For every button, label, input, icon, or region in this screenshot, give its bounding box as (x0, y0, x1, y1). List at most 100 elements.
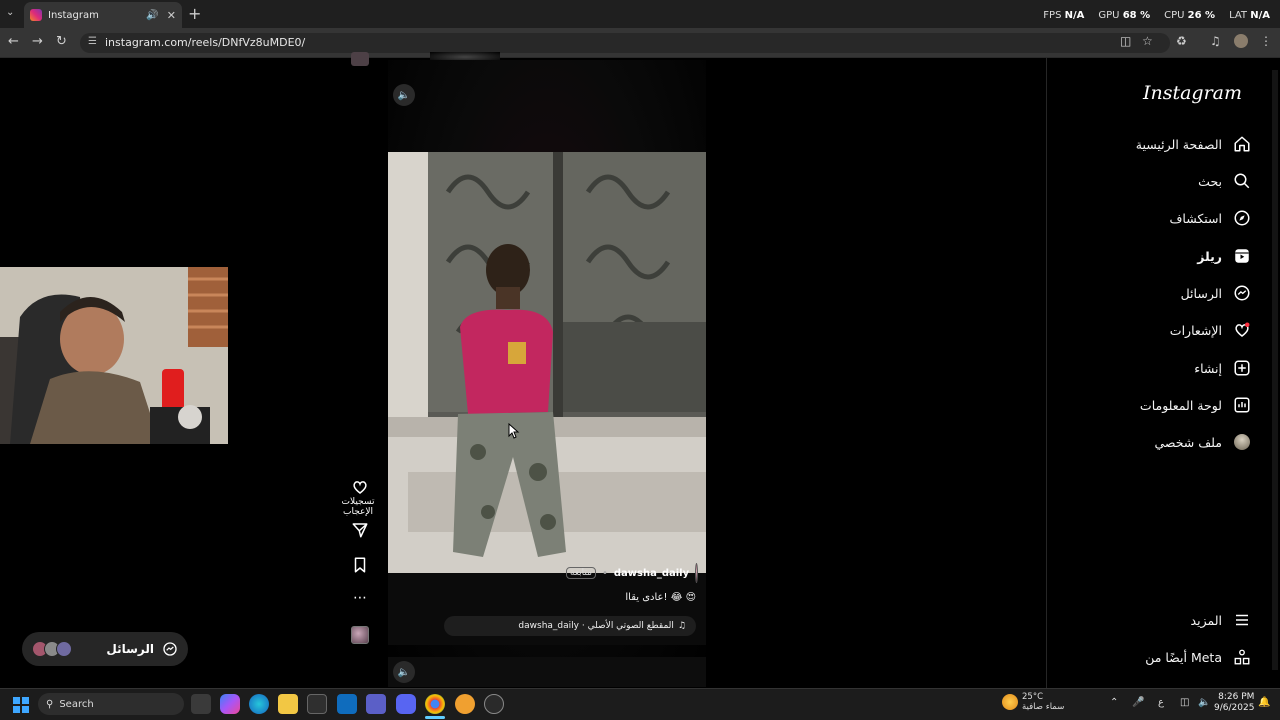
discord-icon[interactable] (396, 694, 416, 714)
active-app-indicator (425, 716, 445, 719)
microphone-icon[interactable]: 🎤 (1132, 697, 1144, 708)
tray-chevron-icon[interactable]: ⌃ (1110, 697, 1118, 708)
search-icon (1232, 171, 1252, 191)
bookmark-star-icon[interactable]: ☆ (1142, 34, 1153, 48)
dashboard-icon (1232, 395, 1252, 415)
clock[interactable]: 8:26 PM 9/6/2025 (1214, 692, 1254, 714)
volume-icon[interactable]: 🔈 (393, 84, 415, 106)
outlook-icon[interactable] (337, 694, 357, 714)
clock-time: 8:26 PM (1218, 692, 1255, 702)
instagram-favicon-icon (30, 9, 42, 21)
share-button[interactable] (340, 521, 380, 539)
weather-sun-icon (1002, 694, 1018, 710)
windows-start-icon[interactable] (13, 697, 29, 717)
next-volume-icon[interactable]: 🔈 (393, 661, 415, 683)
performance-overlay: FPS N/A GPU 68 % CPU 26 % LAT N/A (1043, 10, 1270, 21)
message-avatars (32, 641, 72, 657)
app-icon[interactable] (455, 694, 475, 714)
edge-icon[interactable] (249, 694, 269, 714)
previous-reel-thumbnail[interactable] (351, 52, 369, 66)
reel-caption: عادى يقاا! 😂 😍 (625, 592, 696, 603)
reel-video[interactable] (388, 152, 706, 573)
store-icon[interactable] (307, 694, 327, 714)
separator-dot: • (601, 567, 608, 579)
messages-pill-label: الرسائل (106, 642, 154, 656)
sidebar-item-dashboard[interactable]: لوحة المعلومات (1032, 390, 1252, 420)
install-app-icon[interactable]: ◫ (1120, 34, 1131, 48)
back-icon[interactable]: ← (8, 34, 19, 49)
sidebar-item-reels[interactable]: ريلز (1032, 241, 1252, 271)
sidebar-item-search[interactable]: بحث (1032, 166, 1252, 196)
music-note-icon: ♫ (677, 621, 686, 631)
avatar-icon (1232, 432, 1252, 452)
browser-tab[interactable]: Instagram 🔊 ✕ (24, 2, 182, 28)
save-button[interactable] (340, 556, 380, 574)
audio-thumbnail[interactable] (351, 626, 369, 644)
plus-icon (1232, 358, 1252, 378)
new-tab-icon[interactable]: + (188, 4, 201, 23)
author-name[interactable]: dawsha_daily (614, 568, 689, 579)
profile-avatar[interactable] (1234, 34, 1248, 48)
taskbar-search-placeholder: Search (59, 698, 94, 710)
copilot-icon[interactable] (220, 694, 240, 714)
volume-tray-icon[interactable]: 🔈 (1198, 697, 1210, 708)
site-info-icon[interactable]: ☰ (88, 36, 97, 47)
likes-label[interactable]: تسجيلات الإعجاب (326, 497, 390, 517)
audio-track-link[interactable]: dawsha_daily · المقطع الصوتي الأصلي ♫ (444, 616, 696, 636)
audio-track-label: dawsha_daily · المقطع الصوتي الأصلي (518, 621, 674, 631)
chrome-icon[interactable] (425, 694, 445, 714)
messenger-icon (1232, 283, 1252, 303)
sidebar-item-home[interactable]: الصفحة الرئيسية (1032, 129, 1252, 159)
extensions-icon[interactable]: ♻ (1176, 34, 1187, 48)
instagram-logo[interactable]: Instagram (1143, 82, 1242, 104)
task-view-icon[interactable] (191, 694, 211, 714)
url-text[interactable]: instagram.com/reels/DNfVz8uMDE0/ (105, 36, 305, 49)
tab-search-icon[interactable]: ⌄ (6, 7, 14, 18)
forward-icon[interactable]: → (32, 34, 43, 49)
teams-icon[interactable] (366, 694, 386, 714)
file-explorer-icon[interactable] (278, 694, 298, 714)
messages-pill[interactable]: الرسائل (22, 632, 188, 666)
sidebar-item-also-from-meta[interactable]: أيضًا من Meta (1032, 642, 1252, 672)
home-icon (1232, 134, 1252, 154)
app-icon[interactable] (484, 694, 504, 714)
tab-title: Instagram (48, 9, 99, 21)
sidebar-item-profile[interactable]: ملف شخصي (1032, 427, 1252, 457)
apps-grid-icon (1232, 647, 1252, 667)
sidebar-item-notifications[interactable]: الإشعارات (1032, 315, 1252, 345)
scrollbar-thumb[interactable] (1272, 70, 1278, 670)
hamburger-icon (1232, 610, 1252, 630)
sidebar-item-create[interactable]: إنشاء (1032, 353, 1252, 383)
media-controls-icon[interactable]: ♫ (1210, 34, 1221, 48)
input-language[interactable]: ع (1158, 697, 1164, 708)
sidebar-item-messages[interactable]: الرسائل (1032, 278, 1252, 308)
weather-temperature: 25°C (1022, 692, 1044, 702)
follow-button[interactable]: متابعة (566, 567, 596, 579)
weather-description: سماء صافية (1022, 702, 1065, 712)
mouse-cursor (508, 422, 520, 443)
menu-kebab-icon[interactable]: ⋮ (1260, 34, 1272, 48)
messenger-icon (163, 642, 177, 656)
bookmark-icon (354, 557, 366, 573)
webcam-overlay (0, 267, 228, 444)
author-avatar[interactable] (695, 563, 698, 583)
heart-icon (1232, 320, 1252, 340)
reel-author-row[interactable]: dawsha_daily • متابعة (566, 563, 698, 583)
speaker-icon[interactable]: 🔊 (146, 10, 158, 21)
more-options-icon[interactable]: ⋯ (340, 590, 380, 606)
like-heart-icon (353, 481, 367, 494)
compass-icon (1232, 208, 1252, 228)
weather-widget[interactable]: 25°C سماء صافية (1002, 692, 1064, 712)
sidebar-item-more[interactable]: المزيد (1032, 605, 1252, 635)
taskbar-search[interactable]: ⚲ Search (38, 693, 184, 715)
send-icon (352, 523, 368, 538)
search-icon: ⚲ (46, 698, 54, 710)
like-button[interactable] (340, 478, 380, 496)
next-reel-preview[interactable] (388, 657, 706, 687)
sidebar-item-explore[interactable]: استكشاف (1032, 203, 1252, 233)
reels-icon (1232, 246, 1252, 266)
network-icon[interactable]: ◫ (1180, 697, 1189, 708)
reload-icon[interactable]: ↻ (56, 34, 67, 49)
notifications-bell-icon[interactable]: 🔔 (1258, 697, 1270, 708)
close-icon[interactable]: ✕ (167, 9, 176, 22)
